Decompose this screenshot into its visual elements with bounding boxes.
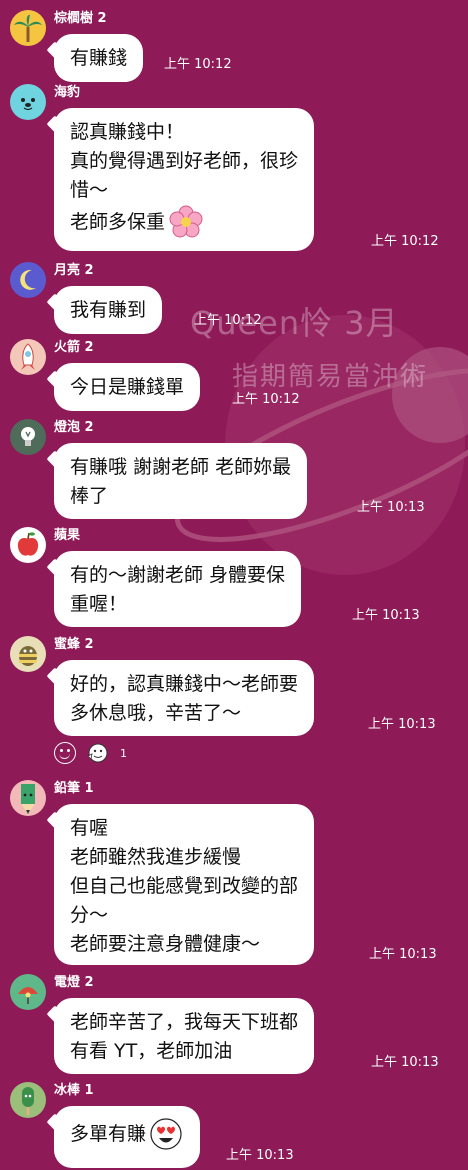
message-time: 上午 10:12 (194, 313, 262, 328)
sender-name: 蜜蜂 2 (54, 637, 94, 652)
message-line: 惜～ (70, 179, 109, 201)
message-time: 上午 10:12 (371, 234, 439, 249)
message-time: 上午 10:13 (369, 947, 437, 962)
message-line: 老師辛苦了，我每天下班都 (70, 1011, 299, 1033)
message-line: 重喔！ (70, 593, 128, 615)
sender-name: 蘋果 (54, 528, 81, 543)
reaction-emoji-icon[interactable] (86, 742, 110, 764)
message-line: 今日是賺錢單 (70, 376, 185, 398)
message-bubble[interactable]: 有賺錢 (46, 34, 144, 82)
message-bubble[interactable]: 好的，認真賺錢中～老師要 多休息哦，辛苦了～ (46, 660, 315, 736)
flower-emoji (169, 205, 203, 238)
message-bubble[interactable]: 認真賺錢中！ 真的覺得遇到好老師，很珍 惜～ 老師多保重 (46, 108, 315, 251)
popsicle-icon[interactable] (10, 1082, 46, 1118)
message-line: 多休息哦，辛苦了～ (70, 702, 242, 724)
message-bubble[interactable]: 我有賺到 (46, 286, 163, 334)
sender-name: 鉛筆 1 (54, 781, 94, 796)
bee-icon[interactable] (10, 636, 46, 672)
message-line: 有賺錢 (70, 47, 128, 69)
lamp-icon[interactable] (10, 974, 46, 1010)
sender-name: 海豹 (54, 85, 81, 100)
message-line: 我有賺到 (70, 299, 147, 321)
message-line: 有看 YT，老師加油 (70, 1040, 233, 1062)
message-line: 老師多保重 (70, 210, 166, 233)
message-line: 認真賺錢中！ (70, 121, 185, 143)
reaction-count: 1 (120, 746, 127, 760)
message-time: 上午 10:12 (232, 392, 300, 407)
seal-icon[interactable] (10, 84, 46, 120)
message-time: 上午 10:13 (371, 1055, 439, 1070)
moon-icon[interactable] (10, 262, 46, 298)
message-line: 有喔 (70, 817, 109, 839)
reaction-bar: 1 (54, 742, 127, 764)
message-bubble[interactable]: 多單有賺 (46, 1106, 201, 1168)
message-line: 老師雖然我進步緩慢 (70, 846, 242, 868)
message-line: 好的，認真賺錢中～老師要 (70, 673, 299, 695)
sender-name: 火箭 2 (54, 340, 94, 355)
message-time: 上午 10:13 (357, 500, 425, 515)
palm-tree-icon[interactable] (10, 10, 46, 46)
apple-icon[interactable] (10, 527, 46, 563)
heart-eyes-emoji (150, 1118, 182, 1150)
message-bubble[interactable]: 有喔 老師雖然我進步緩慢 但自己也能感覺到改變的部 分～ 老師要注意身體健康～ (46, 804, 315, 965)
sender-name: 電燈 2 (54, 975, 94, 990)
message-line: 真的覺得遇到好老師，很珍 (70, 150, 299, 172)
message-time: 上午 10:13 (368, 717, 436, 732)
message-line: 分～ (70, 904, 109, 926)
message-line: 老師要注意身體健康～ (70, 933, 261, 955)
message-line: 棒了 (70, 485, 109, 507)
message-bubble[interactable]: 有的～謝謝老師 身體要保 重喔！ (46, 551, 302, 627)
message-bubble[interactable]: 今日是賺錢單 (46, 363, 201, 411)
message-line: 有的～謝謝老師 身體要保 (70, 564, 286, 586)
sender-name: 燈泡 2 (54, 420, 94, 435)
rocket-icon[interactable] (10, 339, 46, 375)
lightbulb-icon[interactable] (10, 419, 46, 455)
message-time: 上午 10:12 (164, 57, 232, 72)
message-line: 有賺哦 謝謝老師 老師妳最 (70, 456, 292, 478)
message-line: 多單有賺 (70, 1122, 147, 1145)
message-bubble[interactable]: 老師辛苦了，我每天下班都 有看 YT，老師加油 (46, 998, 315, 1074)
message-line: 但自己也能感覺到改變的部 (70, 875, 299, 897)
pencil-icon[interactable] (10, 780, 46, 816)
add-reaction-icon[interactable] (54, 742, 76, 764)
message-time: 上午 10:13 (226, 1148, 294, 1163)
sender-name: 冰棒 1 (54, 1083, 94, 1098)
message-time: 上午 10:13 (352, 608, 420, 623)
message-bubble[interactable]: 有賺哦 謝謝老師 老師妳最 棒了 (46, 443, 308, 519)
sender-name: 月亮 2 (54, 263, 94, 278)
sender-name: 棕櫚樹 2 (54, 11, 107, 26)
